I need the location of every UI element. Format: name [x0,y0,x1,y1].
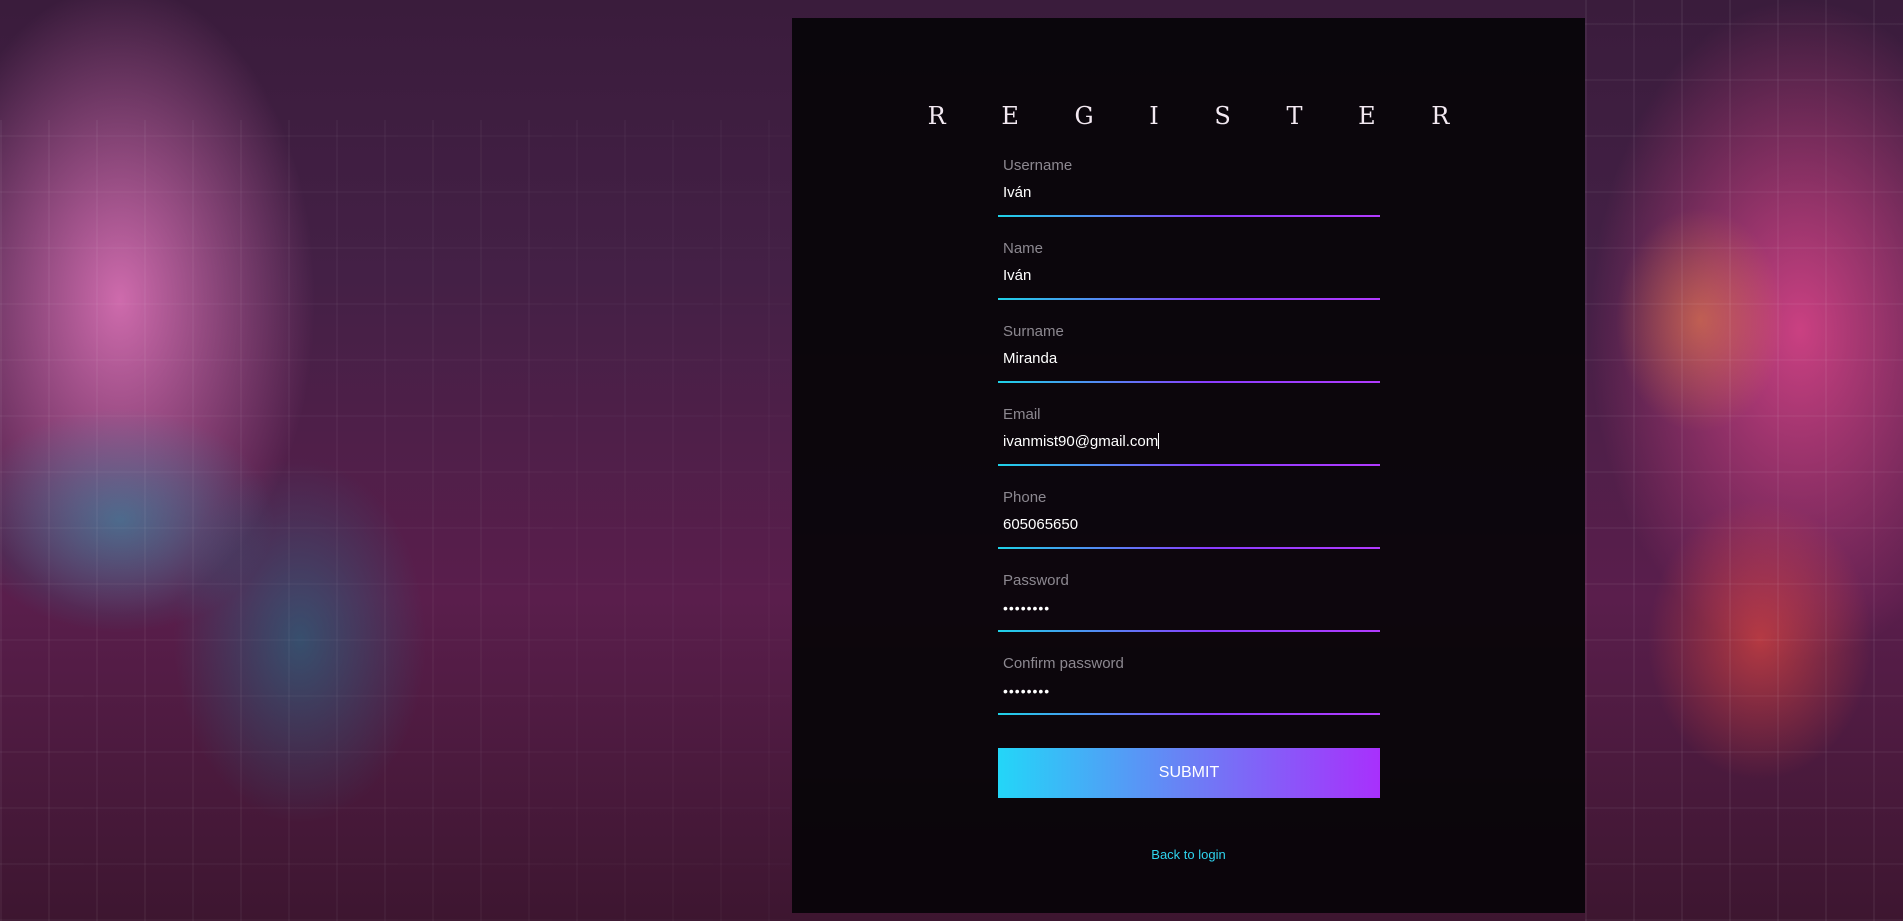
field-name: Name [998,223,1380,306]
background-tiles-right [1585,0,1903,921]
text-caret [1158,433,1160,449]
register-form: Username Name Surname Email ivanmist90@g… [998,140,1380,721]
confirm-password-underline [998,713,1380,715]
name-input[interactable] [1003,267,1373,285]
email-label: Email [1003,406,1041,423]
name-label: Name [1003,240,1044,257]
submit-button[interactable]: SUBMIT [998,748,1380,798]
name-underline [998,298,1380,300]
page-title: R E G I S T E R [927,102,1474,131]
surname-underline [998,381,1380,383]
email-input[interactable]: ivanmist90@gmail.com [1003,433,1373,451]
password-input[interactable]: •••••••• [1003,599,1373,617]
confirm-password-label: Confirm password [1003,655,1124,672]
field-phone: Phone [998,472,1380,555]
back-to-login-link[interactable]: Back to login [792,847,1585,862]
background-tiles-left [0,120,790,921]
phone-input[interactable] [1003,516,1373,534]
username-input[interactable] [1003,184,1373,202]
phone-underline [998,547,1380,549]
surname-input[interactable] [1003,350,1373,368]
username-underline [998,215,1380,217]
username-label: Username [1003,157,1073,174]
field-email: Email ivanmist90@gmail.com [998,389,1380,472]
register-panel: R E G I S T E R Username Name Surname Em… [792,18,1585,913]
email-underline [998,464,1380,466]
surname-label: Surname [1003,323,1064,340]
field-password: Password •••••••• [998,555,1380,638]
password-underline [998,630,1380,632]
confirm-password-input[interactable]: •••••••• [1003,682,1373,700]
email-value: ivanmist90@gmail.com [1003,433,1159,450]
phone-label: Phone [1003,489,1047,506]
field-confirm-password: Confirm password •••••••• [998,638,1380,721]
field-username: Username [998,140,1380,223]
field-surname: Surname [998,306,1380,389]
password-label: Password [1003,572,1069,589]
